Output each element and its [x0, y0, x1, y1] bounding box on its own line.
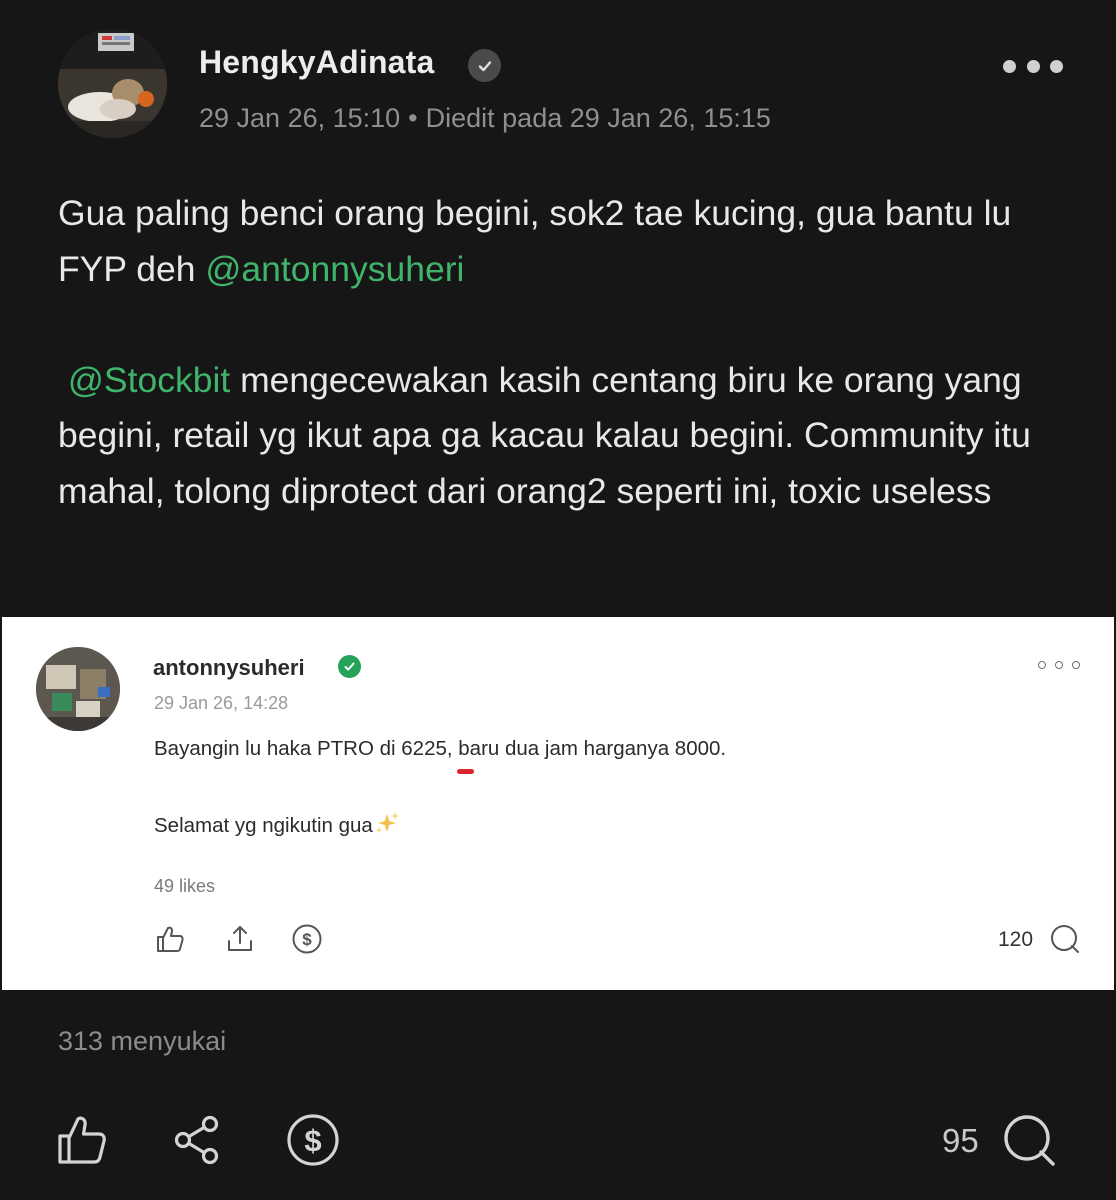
- comment-count: 95: [942, 1122, 979, 1159]
- mention-link[interactable]: @Stockbit: [68, 360, 230, 400]
- embedded-timestamp: 29 Jan 26, 14:28: [154, 693, 289, 713]
- post-text-part1: Gua paling benci orang begini, sok2 tae …: [58, 193, 1022, 289]
- mention-link[interactable]: @antonnysuheri: [205, 249, 464, 289]
- embedded-text-line: Bayangin lu haka PTRO di 6225, baru dua …: [154, 737, 727, 760]
- verified-icon: [338, 655, 361, 678]
- author-avatar[interactable]: [58, 29, 167, 138]
- post-body: Gua paling benci orang begini, sok2 tae …: [58, 186, 1068, 519]
- embedded-author-name: antonnysuheri: [153, 655, 305, 680]
- post-meta: 29 Jan 26, 15:10 • Diedit pada 29 Jan 26, …: [199, 103, 771, 133]
- tip-dollar-icon[interactable]: $: [285, 1112, 341, 1168]
- tip-dollar-icon: $: [292, 924, 322, 954]
- author-name[interactable]: HengkyAdinata: [199, 44, 435, 81]
- verified-icon: [468, 49, 501, 82]
- more-options-icon: [1038, 659, 1080, 671]
- like-icon[interactable]: [55, 1112, 111, 1168]
- highlight-underline: [457, 769, 474, 774]
- upload-icon: [228, 926, 252, 951]
- comment-icon: [1051, 925, 1079, 953]
- embedded-text: Selamat yg ngikutin gua: [154, 814, 373, 837]
- embedded-avatar: [36, 647, 120, 731]
- attached-image[interactable]: antonnysuheri 29 Jan 26, 14:28 Bayangin …: [2, 617, 1114, 990]
- like-icon: [157, 926, 184, 952]
- post-timestamp: 29 Jan 26, 15:10: [199, 103, 401, 133]
- sparkle-icon: [375, 812, 399, 833]
- embedded-comment-count: 120: [998, 928, 1034, 951]
- comment-icon[interactable]: [1001, 1112, 1057, 1168]
- svg-text:$: $: [302, 930, 312, 949]
- share-icon[interactable]: [170, 1112, 226, 1168]
- edited-label: Diedit pada 29 Jan 26, 15:15: [425, 103, 771, 133]
- svg-text:$: $: [304, 1123, 321, 1158]
- embedded-text-line: Selamat yg ngikutin gua: [154, 811, 400, 838]
- embedded-likes: 49 likes: [154, 876, 216, 896]
- likes-count[interactable]: 313 menyukai: [58, 1026, 226, 1057]
- more-options-icon[interactable]: [1003, 55, 1063, 77]
